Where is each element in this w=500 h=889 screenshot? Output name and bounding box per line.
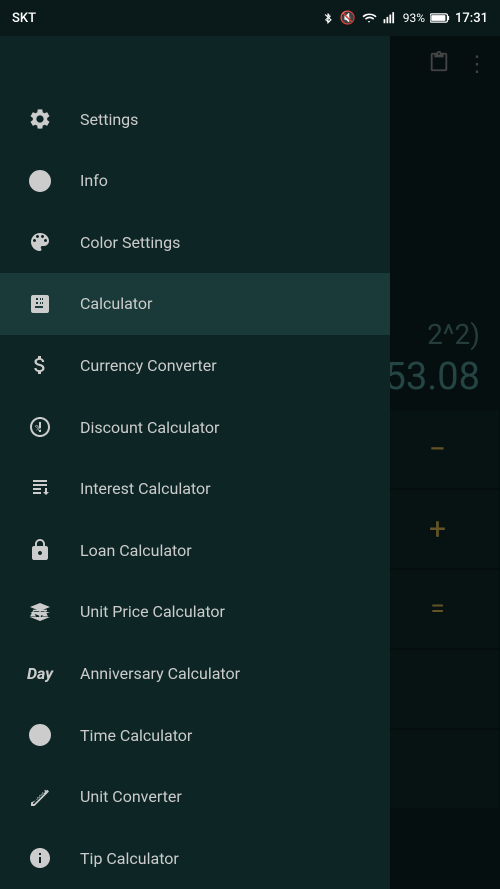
time-calculator-label: Time Calculator xyxy=(80,726,192,745)
sidebar-item-tip-calculator[interactable]: Tip Calculator xyxy=(0,827,390,889)
color-settings-label: Color Settings xyxy=(80,233,180,252)
sidebar-item-loan-calculator[interactable]: Loan Calculator xyxy=(0,519,390,581)
currency-icon xyxy=(20,345,60,385)
battery-icon xyxy=(430,12,450,24)
carrier-label: SKT xyxy=(12,11,36,26)
main-content: ⋮ 2^2) 53.08 ÷ × − 7 8 9 + 4 5 6 xyxy=(0,36,500,889)
discount-calculator-label: Discount Calculator xyxy=(80,418,219,437)
palette-icon xyxy=(20,222,60,262)
battery-text: 93% xyxy=(403,11,425,25)
sidebar-item-unit-price-calculator[interactable]: Unit Price Calculator xyxy=(0,581,390,643)
currency-converter-label: Currency Converter xyxy=(80,356,217,375)
sidebar-item-color-settings[interactable]: Color Settings xyxy=(0,211,390,273)
day-icon: Day xyxy=(20,653,60,693)
loan-icon xyxy=(20,530,60,570)
tip-calculator-label: Tip Calculator xyxy=(80,849,179,868)
loan-calculator-label: Loan Calculator xyxy=(80,541,192,560)
sidebar-item-interest-calculator[interactable]: Interest Calculator xyxy=(0,458,390,520)
signal-icon xyxy=(382,11,398,25)
time-label: 17:31 xyxy=(455,11,488,26)
clock-icon xyxy=(20,715,60,755)
sidebar-item-time-calculator[interactable]: Time Calculator xyxy=(0,704,390,766)
interest-calculator-label: Interest Calculator xyxy=(80,479,211,498)
anniversary-calculator-label: Anniversary Calculator xyxy=(80,664,240,683)
calculator-label: Calculator xyxy=(80,294,152,313)
unit-converter-label: Unit Converter xyxy=(80,787,182,806)
ruler-icon xyxy=(20,777,60,817)
calculator-icon xyxy=(20,284,60,324)
sidebar-item-discount-calculator[interactable]: % Discount Calculator xyxy=(0,396,390,458)
bluetooth-icon xyxy=(321,11,335,25)
wifi-icon xyxy=(361,11,377,25)
info-label: Info xyxy=(80,171,108,190)
drawer-overlay[interactable] xyxy=(390,36,500,889)
drawer-header xyxy=(0,36,390,88)
navigation-drawer: Settings Info Color Settings xyxy=(0,36,390,889)
sidebar-item-currency-converter[interactable]: Currency Converter xyxy=(0,335,390,397)
settings-icon xyxy=(20,99,60,139)
mute-icon: 🔇 xyxy=(340,11,356,26)
unit-price-calculator-label: Unit Price Calculator xyxy=(80,602,225,621)
status-bar: SKT 🔇 93% 17:31 xyxy=(0,0,500,36)
sidebar-item-calculator[interactable]: Calculator xyxy=(0,273,390,335)
info-icon xyxy=(20,161,60,201)
sidebar-item-info[interactable]: Info xyxy=(0,150,390,212)
sidebar-item-anniversary-calculator[interactable]: Day Anniversary Calculator xyxy=(0,643,390,705)
scale-icon xyxy=(20,592,60,632)
svg-text:%: % xyxy=(35,424,41,433)
discount-icon: % xyxy=(20,407,60,447)
settings-label: Settings xyxy=(80,110,138,129)
tip-icon xyxy=(20,838,60,878)
status-icons: 🔇 93% 17:31 xyxy=(321,11,488,26)
interest-icon xyxy=(20,469,60,509)
sidebar-item-settings[interactable]: Settings xyxy=(0,88,390,150)
sidebar-item-unit-converter[interactable]: Unit Converter xyxy=(0,766,390,828)
